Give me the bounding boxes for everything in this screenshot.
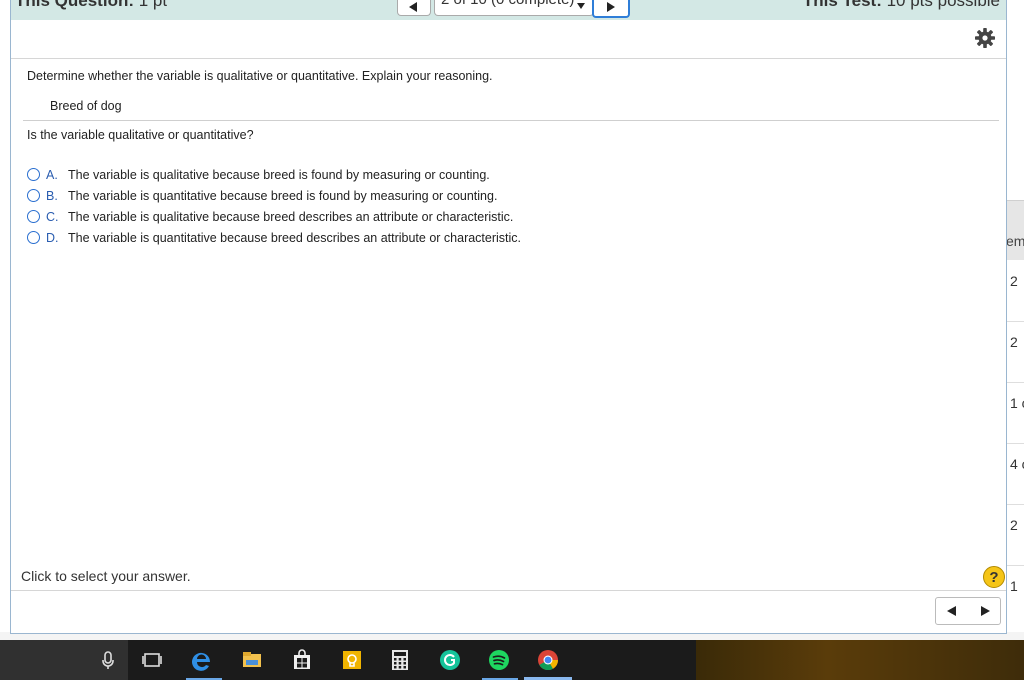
question-points: This Question: 1 pt [15,0,167,11]
footer-divider [11,590,1006,591]
previous-question-button[interactable] [397,0,431,16]
spotify-icon[interactable] [487,648,511,672]
background-row: 2 [1006,261,1024,322]
background-row: 2 [1006,505,1024,566]
background-results-panel: em 2 2 1 c 4 c 2 1 [1006,0,1024,640]
header-divider [11,58,1006,59]
test-points-label: This Test: [802,0,882,10]
question-points-label: This Question: [15,0,134,10]
question-prompt: Determine whether the variable is qualit… [27,69,493,83]
option-text: The variable is qualitative because bree… [68,209,514,224]
background-row: 1 [1010,578,1018,594]
store-icon[interactable] [290,648,314,672]
question-divider [23,120,999,121]
answer-hint: Click to select your answer. [21,568,191,584]
pager [935,597,1001,625]
question-select-dropdown[interactable]: 2 of 10 (0 complete) [434,0,594,16]
option-letter: D. [46,230,59,245]
calculator-icon[interactable] [388,648,412,672]
answer-option-a[interactable]: A. The variable is qualitative because b… [27,164,521,185]
question-ask: Is the variable qualitative or quantitat… [27,128,254,142]
answer-option-b[interactable]: B. The variable is quantitative because … [27,185,521,206]
option-text: The variable is qualitative because bree… [68,167,490,182]
answer-option-c[interactable]: C. The variable is qualitative because b… [27,206,521,227]
radio-button[interactable] [27,189,40,202]
test-points-value: 10 pts possible [886,0,1000,10]
pager-next-button[interactable] [968,598,1000,624]
answer-option-d[interactable]: D. The variable is quantitative because … [27,227,521,248]
file-explorer-icon[interactable] [240,648,264,672]
background-table-header: em [1006,200,1024,260]
grammarly-icon[interactable] [438,648,462,672]
background-row: 2 [1006,322,1024,383]
question-variable: Breed of dog [50,99,122,113]
background-header-fragment: em [1006,233,1024,249]
answer-options: A. The variable is qualitative because b… [27,164,521,248]
option-letter: B. [46,188,58,203]
background-row: 4 c [1006,444,1024,505]
tips-icon[interactable] [340,648,364,672]
microphone-icon[interactable] [96,648,120,672]
background-row: 1 c [1006,383,1024,444]
help-icon[interactable]: ? [983,566,1005,588]
question-points-value: 1 pt [138,0,168,10]
option-letter: C. [46,209,59,224]
question-progress: 2 of 10 (0 complete) [441,0,574,8]
radio-button[interactable] [27,210,40,223]
option-letter: A. [46,167,58,182]
question-dialog: This Question: 1 pt 2 of 10 (0 complete)… [10,0,1007,634]
radio-button[interactable] [27,168,40,181]
option-text: The variable is quantitative because bre… [68,230,522,245]
gear-icon[interactable] [973,26,997,50]
option-text: The variable is quantitative because bre… [68,188,498,203]
pager-previous-button[interactable] [936,598,968,624]
taskbar [0,640,1024,680]
taskbar-wallpaper-strip [696,640,1024,680]
task-view-icon[interactable] [140,648,164,672]
chrome-icon[interactable] [536,648,560,672]
question-header-bar: This Question: 1 pt 2 of 10 (0 complete)… [11,0,1006,20]
next-question-button[interactable] [592,0,630,18]
test-points: This Test: 10 pts possible [803,0,1000,11]
radio-button[interactable] [27,231,40,244]
edge-icon[interactable] [190,648,214,672]
